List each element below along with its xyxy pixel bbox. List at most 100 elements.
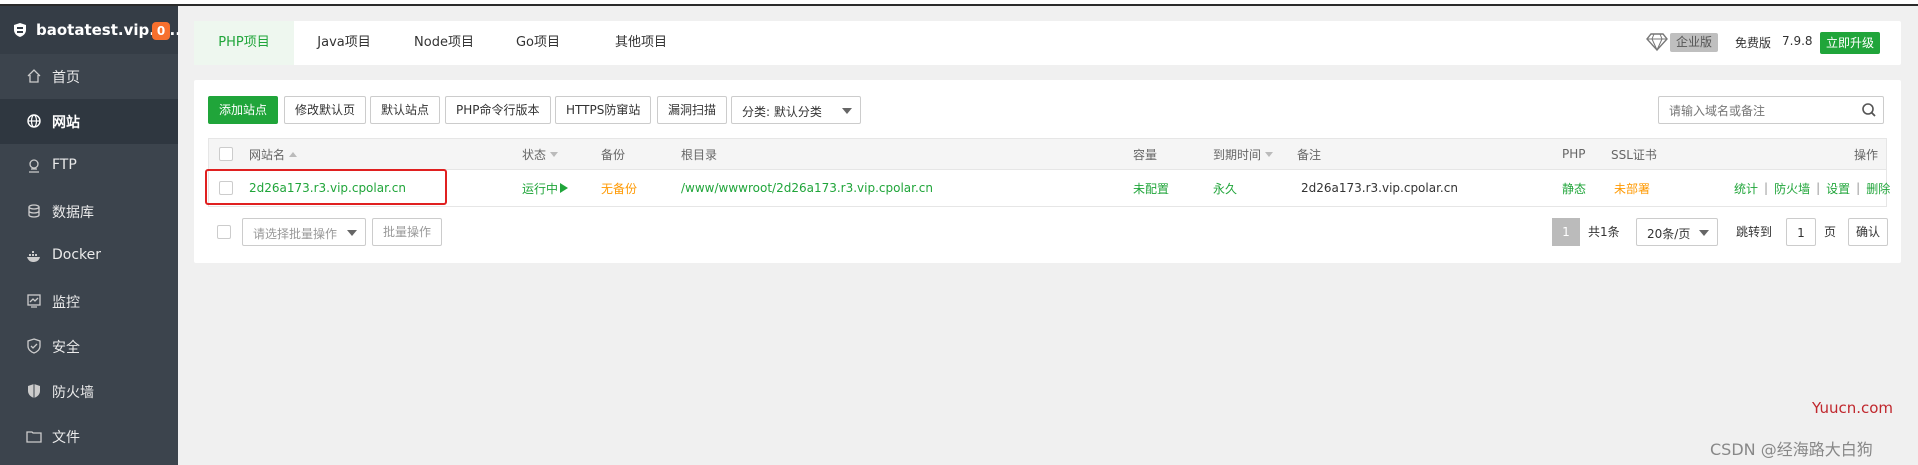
chevron-down-icon — [1699, 230, 1709, 236]
table-header: 网站名 状态 备份 根目录 容量 到期时间 备注 PHP SSL证书 操作 — [209, 139, 1886, 170]
select-all-checkbox[interactable] — [219, 147, 233, 161]
sidebar-item-website[interactable]: 网站 — [0, 99, 178, 144]
site-watermark: Yuucn.com — [1812, 399, 1894, 417]
upgrade-button[interactable]: 立即升级 — [1820, 32, 1881, 54]
sidebar-item-monitor[interactable]: 监控 — [0, 279, 178, 324]
play-icon — [560, 183, 569, 193]
sidebar-item-label: 安全 — [52, 340, 80, 356]
col-quota: 容量 — [1133, 147, 1158, 162]
highlight-box — [205, 169, 447, 205]
col-php: PHP — [1562, 147, 1586, 161]
site-quota-link[interactable]: 未配置 — [1133, 170, 1169, 206]
batch-operation-select[interactable]: 请选择批量操作 — [242, 218, 366, 246]
sidebar-item-docker[interactable]: Docker — [0, 234, 178, 279]
sidebar-item-label: 防火墙 — [52, 385, 94, 401]
sort-up-icon — [289, 151, 298, 157]
footer-select-all-checkbox[interactable] — [217, 225, 231, 239]
site-backup-link[interactable]: 无备份 — [601, 170, 637, 206]
col-ssl: SSL证书 — [1611, 147, 1657, 162]
shield-check-icon — [27, 338, 41, 354]
tab-other-project[interactable]: 其他项目 — [588, 21, 694, 65]
sidebar-item-label: 首页 — [52, 70, 80, 86]
site-php-link[interactable]: 静态 — [1562, 170, 1586, 206]
sidebar-item-ftp[interactable]: FTP — [0, 144, 178, 189]
ftp-icon — [29, 159, 39, 173]
category-select[interactable]: 分类: 默认分类 — [731, 96, 861, 124]
col-status[interactable]: 状态 — [522, 139, 559, 169]
site-remark[interactable]: 2d26a173.r3.vip.cpolar.cn — [1301, 170, 1458, 206]
site-root-link[interactable]: /www/wwwroot/2d26a173.r3.vip.cpolar.cn — [681, 170, 933, 206]
website-table: 网站名 状态 备份 根目录 容量 到期时间 备注 PHP SSL证书 操作 2d… — [208, 138, 1890, 207]
diamond-icon — [1646, 33, 1668, 52]
tab-go-project[interactable]: Go项目 — [494, 21, 582, 65]
website-list-panel: 添加站点 修改默认页 默认站点 PHP命令行版本 HTTPS防窜站 漏洞扫描 分… — [194, 80, 1901, 263]
page-1-button[interactable]: 1 — [1552, 218, 1580, 246]
sidebar-item-files[interactable]: 文件 — [0, 414, 178, 459]
https-anti-hijack-button[interactable]: HTTPS防窜站 — [555, 96, 652, 124]
sidebar-item-label: 网站 — [52, 115, 80, 131]
project-tabs-panel: PHP项目 Java项目 Node项目 Go项目 其他项目 企业版 免费版 7.… — [194, 21, 1901, 65]
tab-php-project[interactable]: PHP项目 — [194, 21, 294, 65]
col-expire-label: 到期时间 — [1213, 147, 1262, 162]
docker-icon — [27, 251, 40, 262]
site-status-label: 运行中 — [522, 181, 559, 196]
sidebar-item-firewall[interactable]: 防火墙 — [0, 369, 178, 414]
enterprise-badge[interactable]: 企业版 — [1670, 33, 1719, 52]
window-top-border — [0, 4, 1918, 6]
vuln-scan-button[interactable]: 漏洞扫描 — [657, 96, 728, 124]
sidebar-item-database[interactable]: 数据库 — [0, 189, 178, 234]
page-unit-label: 页 — [1824, 225, 1837, 239]
modify-default-page-button[interactable]: 修改默认页 — [284, 96, 367, 124]
chevron-down-icon — [347, 230, 357, 236]
sidebar-item-security[interactable]: 安全 — [0, 324, 178, 369]
chevron-down-icon — [842, 108, 852, 114]
site-ssl-link[interactable]: 未部署 — [1614, 170, 1650, 206]
select-all-cell — [219, 139, 233, 169]
col-remark: 备注 — [1297, 147, 1322, 162]
stats-link[interactable]: 统计 — [1734, 180, 1758, 197]
site-status[interactable]: 运行中 — [522, 170, 569, 206]
sidebar-item-label: 数据库 — [52, 205, 94, 221]
firewall-icon — [28, 384, 40, 398]
separator: | — [1856, 181, 1861, 195]
sidebar: baotatest.vip.c... 0 首页 网站 FTP 数据库 Docke… — [0, 6, 181, 465]
page-size-value: 20条/页 — [1647, 227, 1691, 241]
confirm-jump-button[interactable]: 确认 — [1848, 218, 1889, 246]
database-icon — [28, 204, 40, 218]
add-site-button[interactable]: 添加站点 — [208, 96, 279, 124]
settings-link[interactable]: 设置 — [1826, 180, 1850, 197]
sort-down-icon — [1265, 151, 1274, 157]
col-action: 操作 — [1854, 147, 1879, 162]
home-icon — [27, 69, 41, 83]
total-count: 共1条 — [1588, 225, 1620, 239]
firewall-link[interactable]: 防火墙 — [1774, 180, 1810, 197]
page-size-select[interactable]: 20条/页 — [1636, 218, 1718, 246]
jump-page-input[interactable]: 1 — [1786, 218, 1816, 246]
search-box[interactable] — [1658, 96, 1884, 124]
free-edition-label: 免费版 — [1735, 36, 1772, 50]
search-icon[interactable] — [1861, 102, 1877, 118]
sidebar-item-home[interactable]: 首页 — [0, 54, 178, 99]
jump-to-label: 跳转到 — [1736, 225, 1773, 239]
batch-operation-placeholder: 请选择批量操作 — [253, 227, 338, 241]
tab-java-project[interactable]: Java项目 — [294, 21, 394, 65]
col-expire[interactable]: 到期时间 — [1213, 139, 1274, 169]
site-expire-link[interactable]: 永久 — [1213, 170, 1237, 206]
col-root: 根目录 — [681, 147, 718, 162]
default-site-button[interactable]: 默认站点 — [370, 96, 441, 124]
globe-icon — [27, 114, 41, 128]
batch-operation-button[interactable]: 批量操作 — [372, 218, 443, 246]
col-backup: 备份 — [601, 147, 626, 162]
delete-link[interactable]: 删除 — [1866, 180, 1890, 197]
site-actions: 统计 | 防火墙 | 设置 | 删除 — [1734, 170, 1890, 206]
notification-badge[interactable]: 0 — [152, 22, 170, 40]
tab-node-project[interactable]: Node项目 — [394, 21, 494, 65]
search-input[interactable] — [1667, 102, 1851, 120]
monitor-icon — [27, 294, 41, 308]
sort-down-icon — [550, 151, 559, 157]
sidebar-site-header[interactable]: baotatest.vip.c... 0 — [0, 6, 181, 54]
php-cli-version-button[interactable]: PHP命令行版本 — [445, 96, 551, 124]
col-name[interactable]: 网站名 — [249, 139, 298, 169]
separator: | — [1764, 181, 1769, 195]
folder-icon — [26, 431, 42, 443]
